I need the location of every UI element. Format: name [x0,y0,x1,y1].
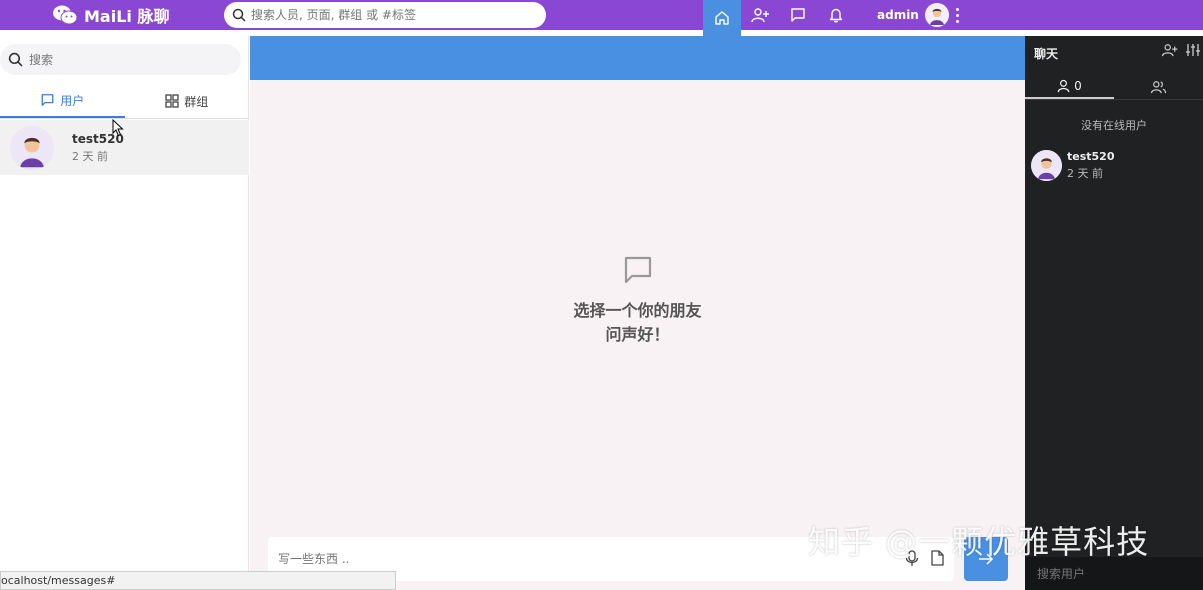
messages-button[interactable] [779,0,817,30]
tab-online-users[interactable]: 0 [1025,74,1114,99]
users-icon [1150,80,1167,93]
contact-time: 2 天 前 [72,149,108,163]
tab-all-users[interactable] [1114,74,1203,99]
home-icon [715,11,729,25]
list-item[interactable]: test520 2 天 前 [1031,150,1115,181]
global-search[interactable] [224,2,546,28]
avatar[interactable] [924,3,949,27]
panel-tabs: 0 [1025,74,1203,100]
avatar [1031,150,1062,181]
avatar [10,125,54,170]
user-plus-icon[interactable] [1161,43,1178,57]
tab-users[interactable]: 用户 [0,84,125,118]
tab-users-label: 用户 [60,93,85,108]
notifications-button[interactable] [817,0,855,30]
list-item[interactable]: test520 2 天 前 [0,120,249,175]
tab-groups-label: 群组 [184,94,209,109]
avatar-person-icon [1031,150,1062,181]
nav-icons [703,0,855,36]
panel-title: 聊天 [1034,47,1059,61]
user-search-input[interactable] [1037,566,1187,581]
home-button[interactable] [703,0,741,36]
message-square-icon [624,256,651,284]
search-icon [8,52,23,67]
global-search-input[interactable] [251,8,541,22]
mouse-cursor-icon [112,119,124,137]
top-navbar: MaiLi 脉聊 admin [0,0,1203,36]
grid-icon [165,94,179,108]
online-count: 0 [1074,78,1082,93]
contact-search[interactable] [0,44,241,75]
add-friend-button[interactable] [741,0,779,30]
no-online-users: 没有在线用户 [1081,119,1147,132]
bell-icon [829,8,843,23]
chat-area: 选择一个你的朋友 问声好！ [250,36,1025,590]
tab-groups[interactable]: 群组 [125,84,250,118]
brand-name: MaiLi 脉聊 [84,7,170,26]
message-input[interactable] [278,552,878,566]
user-icon [1057,79,1070,92]
empty-state: 选择一个你的朋友 问声好！ [250,254,1025,347]
browser-status-url: ocalhost/messages# [0,571,396,590]
watermark: 知乎 @一颗优雅草科技 [808,523,1150,561]
brand[interactable]: MaiLi 脉聊 [52,3,169,27]
conversation-sidebar: 用户 群组 test520 2 天 前 [0,36,249,590]
username: admin [877,8,919,22]
user-menu[interactable]: admin [877,3,949,27]
chat-header [250,36,1025,80]
empty-state-line2: 问声好！ [605,325,670,344]
message-square-icon [41,94,54,106]
contact-search-input[interactable] [29,52,229,67]
wechat-logo-icon [53,5,78,25]
avatar-person-icon [10,125,54,170]
search-icon [232,8,246,22]
message-square-icon [791,8,805,22]
avatar-person-icon [924,3,949,27]
user-name: test520 [1067,150,1115,163]
sliders-icon[interactable] [1186,43,1200,57]
sidebar-tabs: 用户 群组 [0,84,249,119]
empty-state-line1: 选择一个你的朋友 [573,301,702,320]
user-time: 2 天 前 [1067,167,1103,180]
user-plus-icon [751,8,769,23]
online-users-panel: 聊天 0 没有在线用户 test520 2 天 前 [1025,36,1203,590]
more-options-button[interactable] [952,6,962,24]
